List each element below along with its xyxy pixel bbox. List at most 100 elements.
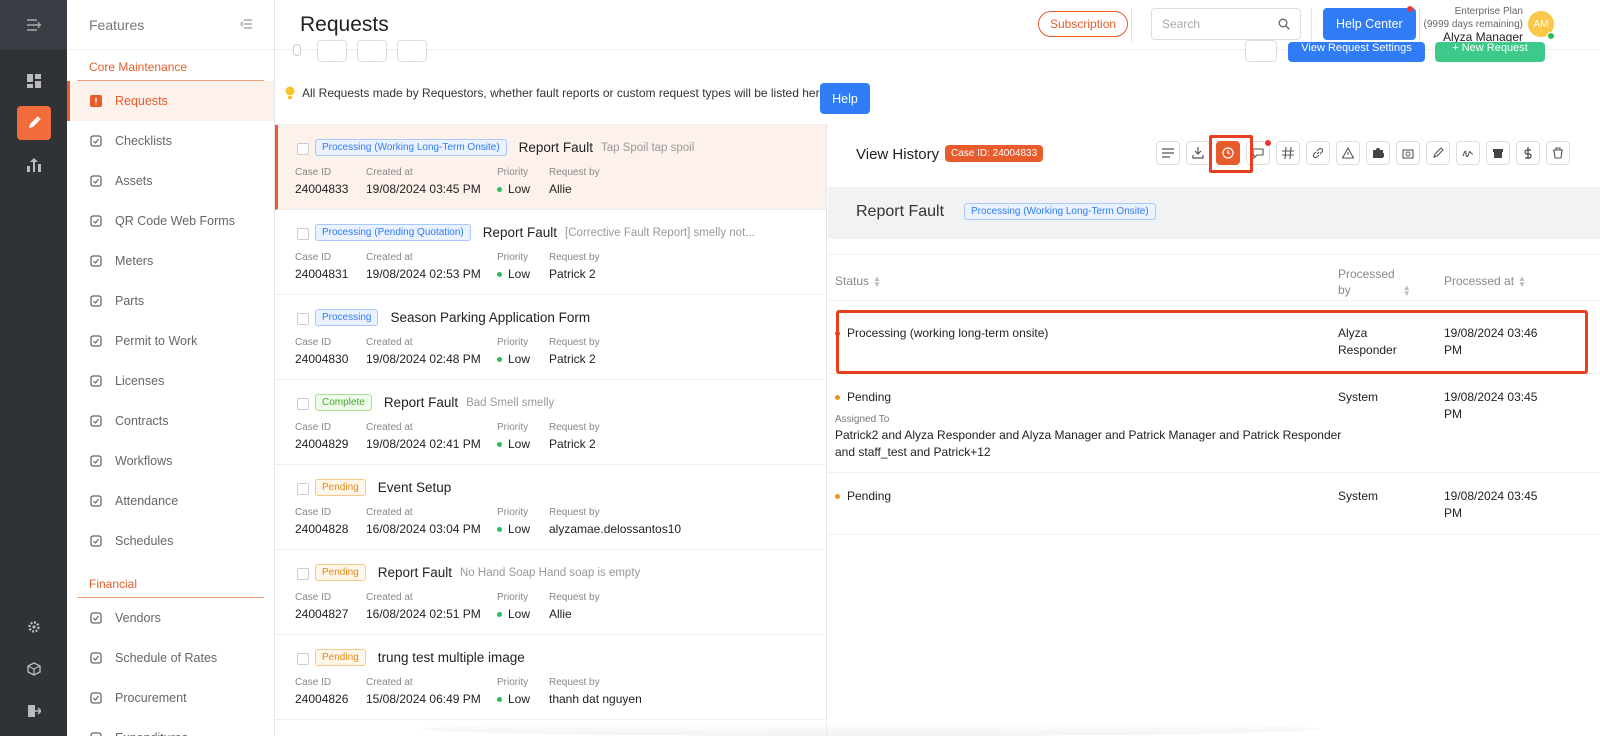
maintenance-icon[interactable] bbox=[16, 106, 51, 140]
meta-value: 16/08/2024 03:04 PM bbox=[366, 522, 481, 536]
row-checkbox[interactable] bbox=[297, 313, 309, 325]
search-input[interactable]: Search bbox=[1151, 8, 1301, 40]
request-list-item[interactable]: Pending Report Fault No Hand Soap Hand s… bbox=[275, 550, 826, 635]
sidebar-item-requests[interactable]: Requests bbox=[67, 81, 274, 121]
processed-at-line: 19/08/2024 03:45 bbox=[1444, 489, 1538, 503]
dollar-icon[interactable] bbox=[1516, 141, 1540, 165]
row-checkbox[interactable] bbox=[297, 483, 309, 495]
priority-dot bbox=[497, 187, 502, 193]
request-list-item[interactable]: Processing (Working Long-Term Onsite) Re… bbox=[275, 125, 826, 210]
request-header: Pending Event Setup bbox=[315, 479, 459, 496]
sidebar-item-parts[interactable]: Parts bbox=[67, 281, 274, 321]
collapse-menu-icon[interactable] bbox=[0, 0, 67, 50]
puzzle-icon[interactable] bbox=[1366, 141, 1390, 165]
meta-label: Request by bbox=[549, 422, 600, 433]
view-request-settings-button[interactable]: View Request Settings bbox=[1288, 42, 1425, 62]
sidebar-item-contracts[interactable]: Contracts bbox=[67, 401, 274, 441]
settings-icon[interactable] bbox=[17, 610, 51, 644]
sidebar-item-licenses[interactable]: Licenses bbox=[67, 361, 274, 401]
new-request-button[interactable]: + New Request bbox=[1435, 42, 1545, 62]
help-button[interactable]: Help bbox=[820, 83, 870, 114]
priority-dot bbox=[497, 697, 502, 703]
history-row: Pending System 19/08/2024 03:45 PM bbox=[828, 473, 1600, 535]
meta-value: 24004828 bbox=[295, 522, 348, 536]
meta-label: Request by bbox=[549, 592, 600, 603]
signature-icon[interactable] bbox=[1456, 141, 1480, 165]
meta-value-text: 24004830 bbox=[295, 352, 349, 366]
sort-button[interactable] bbox=[317, 40, 347, 62]
delete-icon[interactable] bbox=[1546, 141, 1570, 165]
row-checkbox[interactable] bbox=[297, 398, 309, 410]
view-history-title: View History bbox=[856, 146, 940, 163]
meta-label: Priority bbox=[497, 677, 529, 688]
meta-label: Request by bbox=[549, 677, 600, 688]
sidebar-item-permit-to-work[interactable]: Permit to Work bbox=[67, 321, 274, 361]
filter-button[interactable] bbox=[357, 40, 387, 62]
sidebar-item-vendors[interactable]: Vendors bbox=[67, 598, 274, 638]
analytics-icon[interactable] bbox=[17, 148, 51, 182]
package-icon[interactable] bbox=[17, 652, 51, 686]
hashtag-icon[interactable] bbox=[1276, 141, 1300, 165]
header-divider bbox=[1131, 8, 1132, 42]
select-all-checkbox[interactable] bbox=[293, 44, 301, 56]
meta-priority: Priority Low bbox=[497, 422, 530, 451]
meta-value: 16/08/2024 02:51 PM bbox=[366, 607, 481, 621]
meta-label: Priority bbox=[497, 592, 529, 603]
sidebar-item-qr-code-web-forms[interactable]: QR Code Web Forms bbox=[67, 201, 274, 241]
row-checkbox[interactable] bbox=[297, 568, 309, 580]
processed-at-line: 19/08/2024 03:45 bbox=[1444, 390, 1538, 404]
logout-icon[interactable] bbox=[17, 694, 51, 728]
meta-label: Case ID bbox=[295, 592, 332, 603]
meta-value-text: 24004829 bbox=[295, 437, 349, 451]
details-icon[interactable] bbox=[1156, 141, 1180, 165]
sidebar-item-attendance[interactable]: Attendance bbox=[67, 481, 274, 521]
sidebar-item-label: Schedule of Rates bbox=[115, 651, 218, 665]
attendance-icon bbox=[89, 494, 103, 508]
processed-by-column-header[interactable]: Processed by ▲ ▼ bbox=[1338, 266, 1411, 298]
camera-icon[interactable] bbox=[1396, 141, 1420, 165]
link-icon[interactable] bbox=[1306, 141, 1330, 165]
row-checkbox[interactable] bbox=[297, 228, 309, 240]
subscription-button[interactable]: Subscription bbox=[1038, 11, 1129, 37]
meta-created: Created at 19/08/2024 02:41 PM bbox=[366, 422, 481, 451]
sidebar-item-procurement[interactable]: Procurement bbox=[67, 678, 274, 718]
download-icon[interactable] bbox=[1186, 141, 1210, 165]
row-checkbox[interactable] bbox=[297, 143, 309, 155]
collapse-features-icon[interactable] bbox=[240, 18, 252, 32]
sidebar-item-label: Contracts bbox=[115, 414, 169, 428]
request-list-item[interactable]: Complete Report Fault Bad Smell smelly C… bbox=[275, 380, 826, 465]
meta-case_id: Case ID 24004831 bbox=[295, 252, 348, 281]
processed-by-label-2: by bbox=[1338, 283, 1351, 297]
sidebar-item-meters[interactable]: Meters bbox=[67, 241, 274, 281]
sidebar-item-assets[interactable]: Assets bbox=[67, 161, 274, 201]
sidebar-item-expenditures[interactable]: Expenditures bbox=[67, 718, 274, 736]
processed-at-column-header[interactable]: Processed at ▲ ▼ bbox=[1444, 274, 1526, 288]
meta-value-text: 24004827 bbox=[295, 607, 349, 621]
sidebar-item-schedules[interactable]: Schedules bbox=[67, 521, 274, 561]
sidebar-item-schedule-of-rates[interactable]: Schedule of Rates bbox=[67, 638, 274, 678]
meta-label: Created at bbox=[366, 337, 413, 348]
dashboard-icon[interactable] bbox=[17, 64, 51, 98]
request-list-item[interactable]: Processing Season Parking Application Fo… bbox=[275, 295, 826, 380]
meta-by: Request by Allie bbox=[549, 592, 600, 621]
request-title: Report Fault bbox=[856, 203, 945, 220]
warning-icon[interactable] bbox=[1336, 141, 1360, 165]
more-button[interactable] bbox=[1245, 40, 1277, 62]
meta-label: Created at bbox=[366, 677, 413, 688]
meta-value: Low bbox=[497, 437, 530, 451]
meta-value-text: 19/08/2024 02:53 PM bbox=[366, 267, 481, 281]
meta-priority: Priority Low bbox=[497, 337, 530, 366]
store-icon[interactable] bbox=[1486, 141, 1510, 165]
sidebar-item-workflows[interactable]: Workflows bbox=[67, 441, 274, 481]
meta-value-text: 24004828 bbox=[295, 522, 349, 536]
history-status-text: Pending bbox=[847, 489, 892, 503]
search-toggle-button[interactable] bbox=[397, 40, 427, 62]
request-list-item[interactable]: Pending Event Setup Case ID 24004828 Cre… bbox=[275, 465, 826, 550]
sidebar-item-checklists[interactable]: Checklists bbox=[67, 121, 274, 161]
request-list-item[interactable]: Pending trung test multiple image Case I… bbox=[275, 635, 826, 720]
edit-icon[interactable] bbox=[1426, 141, 1450, 165]
status-column-header[interactable]: Status ▲ ▼ bbox=[835, 274, 881, 288]
row-checkbox[interactable] bbox=[297, 653, 309, 665]
request-list-item[interactable]: Processing (Pending Quotation) Report Fa… bbox=[275, 210, 826, 295]
meta-value: 19/08/2024 02:48 PM bbox=[366, 352, 481, 366]
